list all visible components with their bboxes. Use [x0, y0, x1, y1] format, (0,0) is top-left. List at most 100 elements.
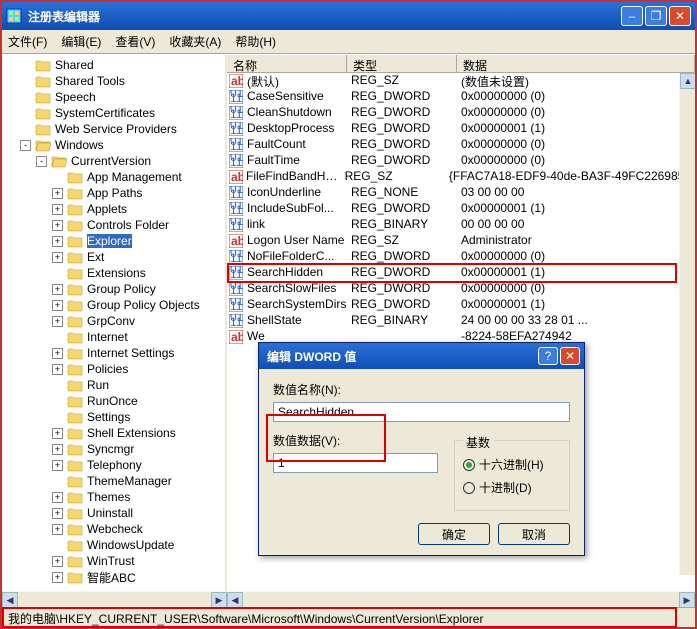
col-data[interactable]: 数据 — [457, 55, 695, 72]
list-row[interactable]: SearchHiddenREG_DWORD0x00000001 (1) — [227, 265, 695, 281]
tree-item[interactable]: Run — [4, 377, 227, 393]
expand-toggle[interactable]: + — [52, 428, 63, 439]
list-row[interactable]: CleanShutdownREG_DWORD0x00000000 (0) — [227, 105, 695, 121]
list-row[interactable]: linkREG_BINARY00 00 00 00 — [227, 217, 695, 233]
cancel-button[interactable]: 取消 — [498, 523, 570, 545]
tree-item[interactable]: RunOnce — [4, 393, 227, 409]
menu-view[interactable]: 查看(V) — [115, 33, 155, 50]
expand-toggle[interactable]: + — [52, 460, 63, 471]
list-row[interactable]: FaultCountREG_DWORD0x00000000 (0) — [227, 137, 695, 153]
maximize-button[interactable]: ❐ — [645, 6, 667, 26]
tree-pane[interactable]: SharedShared ToolsSpeechSystemCertificat… — [2, 55, 227, 591]
tree-item[interactable]: WindowsUpdate — [4, 537, 227, 553]
minimize-button[interactable]: ‒ — [621, 6, 643, 26]
menu-edit[interactable]: 编辑(E) — [61, 33, 101, 50]
expand-toggle[interactable]: + — [52, 188, 63, 199]
tree-item[interactable]: +Webcheck — [4, 521, 227, 537]
menu-fav[interactable]: 收藏夹(A) — [169, 33, 221, 50]
list-row[interactable]: (默认)REG_SZ(数值未设置) — [227, 73, 695, 89]
expand-toggle[interactable]: - — [20, 140, 31, 151]
expand-toggle[interactable]: + — [52, 220, 63, 231]
expand-toggle[interactable]: + — [52, 572, 63, 583]
list-row[interactable]: NoFileFolderC...REG_DWORD0x00000000 (0) — [227, 249, 695, 265]
list-hscroll[interactable]: ◀▶ — [227, 591, 695, 607]
expand-toggle[interactable]: + — [52, 204, 63, 215]
tree-item[interactable]: +Themes — [4, 489, 227, 505]
tree-item[interactable]: +GrpConv — [4, 313, 227, 329]
expand-toggle[interactable]: - — [36, 156, 47, 167]
tree-item[interactable]: +Controls Folder — [4, 217, 227, 233]
expand-toggle[interactable]: + — [52, 252, 63, 263]
list-row[interactable]: IncludeSubFol...REG_DWORD0x00000001 (1) — [227, 201, 695, 217]
list-row[interactable]: IconUnderlineREG_NONE03 00 00 00 — [227, 185, 695, 201]
tree-item[interactable]: +Applets — [4, 201, 227, 217]
tree-item[interactable]: +Group Policy — [4, 281, 227, 297]
col-name[interactable]: 名称 — [227, 55, 347, 72]
tree-item[interactable]: -CurrentVersion — [4, 153, 227, 169]
list-row[interactable]: SearchSystemDirsREG_DWORD0x00000001 (1) — [227, 297, 695, 313]
tree-item[interactable]: Shared Tools — [4, 73, 227, 89]
expand-toggle[interactable]: + — [52, 316, 63, 327]
scroll-right-icon[interactable]: ▶ — [211, 592, 227, 608]
tree-item[interactable]: App Management — [4, 169, 227, 185]
expand-toggle[interactable]: + — [52, 236, 63, 247]
list-row[interactable]: CaseSensitiveREG_DWORD0x00000000 (0) — [227, 89, 695, 105]
tree-item[interactable]: +Syncmgr — [4, 441, 227, 457]
expand-toggle[interactable]: + — [52, 444, 63, 455]
dialog-help-button[interactable]: ? — [538, 347, 558, 365]
tree-item[interactable]: +Group Policy Objects — [4, 297, 227, 313]
list-row[interactable]: FileFindBandHookREG_SZ{FFAC7A18-EDF9-40d… — [227, 169, 695, 185]
list-row[interactable]: FaultTimeREG_DWORD0x00000000 (0) — [227, 153, 695, 169]
radio-dec[interactable]: 十进制(D) — [463, 479, 561, 496]
menu-file[interactable]: 文件(F) — [8, 33, 47, 50]
tree-item[interactable]: +Shell Extensions — [4, 425, 227, 441]
titlebar[interactable]: 注册表编辑器 ‒ ❐ ✕ — [2, 2, 695, 30]
tree-item[interactable]: Settings — [4, 409, 227, 425]
list-row[interactable]: DesktopProcessREG_DWORD0x00000001 (1) — [227, 121, 695, 137]
list-row[interactable]: ShellStateREG_BINARY24 00 00 00 33 28 01… — [227, 313, 695, 329]
tree-item[interactable]: Internet — [4, 329, 227, 345]
tree-item[interactable]: SystemCertificates — [4, 105, 227, 121]
tree-item[interactable]: Extensions — [4, 265, 227, 281]
tree-item[interactable]: +Ext — [4, 249, 227, 265]
tree-item[interactable]: +Policies — [4, 361, 227, 377]
tree-item[interactable]: +Explorer — [4, 233, 227, 249]
col-type[interactable]: 类型 — [347, 55, 457, 72]
radio-hex[interactable]: 十六进制(H) — [463, 456, 561, 473]
scroll-up-icon[interactable]: ▲ — [680, 73, 695, 89]
dialog-titlebar[interactable]: 编辑 DWORD 值 ? ✕ — [259, 343, 584, 369]
tree-item[interactable]: ThemeManager — [4, 473, 227, 489]
expand-toggle[interactable]: + — [52, 364, 63, 375]
tree-item[interactable]: +Telephony — [4, 457, 227, 473]
expand-toggle[interactable]: + — [52, 348, 63, 359]
expand-toggle[interactable]: + — [52, 492, 63, 503]
dialog-close-button[interactable]: ✕ — [560, 347, 580, 365]
scroll-right-icon[interactable]: ▶ — [679, 592, 695, 608]
value-name-input[interactable] — [273, 402, 570, 422]
value-data-input[interactable] — [273, 453, 438, 473]
expand-toggle[interactable]: + — [52, 524, 63, 535]
tree-item[interactable]: Web Service Providers — [4, 121, 227, 137]
expand-toggle[interactable]: + — [52, 556, 63, 567]
tree-hscroll[interactable]: ◀▶ — [2, 591, 227, 607]
list-row[interactable]: Logon User NameREG_SZAdministrator — [227, 233, 695, 249]
close-button[interactable]: ✕ — [669, 6, 691, 26]
ok-button[interactable]: 确定 — [418, 523, 490, 545]
scroll-left-icon[interactable]: ◀ — [2, 592, 18, 608]
tree-item[interactable]: +Uninstall — [4, 505, 227, 521]
expand-toggle[interactable]: + — [52, 284, 63, 295]
list-row[interactable]: SearchSlowFilesREG_DWORD0x00000000 (0) — [227, 281, 695, 297]
tree-item[interactable]: +智能ABC — [4, 569, 227, 585]
tree-item[interactable]: +WinTrust — [4, 553, 227, 569]
tree-item[interactable]: -Windows — [4, 137, 227, 153]
tree-item[interactable]: Speech — [4, 89, 227, 105]
expand-toggle[interactable]: + — [52, 508, 63, 519]
tree-item[interactable]: +App Paths — [4, 185, 227, 201]
menu-help[interactable]: 帮助(H) — [235, 33, 276, 50]
tree-item[interactable]: Shared — [4, 57, 227, 73]
list-header[interactable]: 名称 类型 数据 — [227, 55, 695, 73]
expand-toggle[interactable]: + — [52, 300, 63, 311]
tree-item[interactable]: +Internet Settings — [4, 345, 227, 361]
list-vscroll[interactable]: ▲ — [679, 73, 695, 575]
edit-dword-dialog[interactable]: 编辑 DWORD 值 ? ✕ 数值名称(N): 数值数据(V): 基数 十六进制… — [258, 342, 585, 556]
